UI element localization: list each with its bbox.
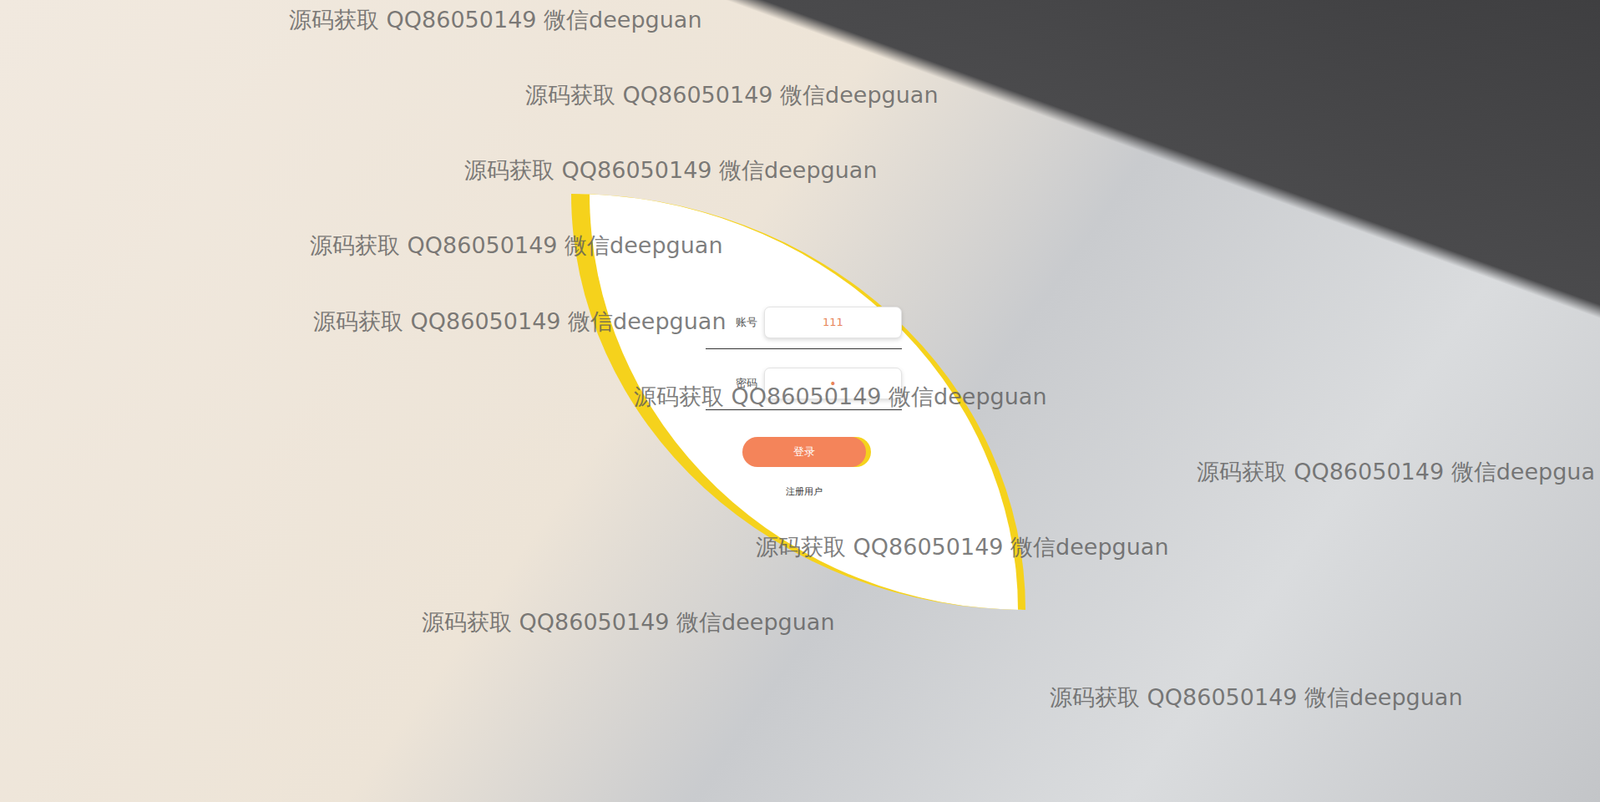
form-row: 账号 <box>705 306 902 350</box>
password-input[interactable] <box>764 367 902 400</box>
watermark: 源码获取 QQ86050149 微信deepgua <box>1196 456 1595 487</box>
login-button[interactable]: 登录 <box>742 436 866 467</box>
account-input[interactable] <box>764 306 902 339</box>
login-page: 账号密码登录注册用户源码获取 QQ86050149 微信deepguan源码获取… <box>0 0 1600 802</box>
form-row: 密码 <box>705 367 902 411</box>
watermark: 源码获取 QQ86050149 微信deepguan <box>421 607 836 638</box>
watermark: 源码获取 QQ86050149 微信deepguan <box>525 80 939 111</box>
register-link[interactable]: 注册用户 <box>785 485 823 498</box>
field-label: 账号 <box>735 314 758 330</box>
watermark: 源码获取 QQ86050149 微信deepguan <box>464 155 878 186</box>
watermark: 源码获取 QQ86050149 微信deepguan <box>1049 682 1464 713</box>
field-label: 密码 <box>735 375 758 391</box>
watermark: 源码获取 QQ86050149 微信deepguan <box>288 5 703 36</box>
